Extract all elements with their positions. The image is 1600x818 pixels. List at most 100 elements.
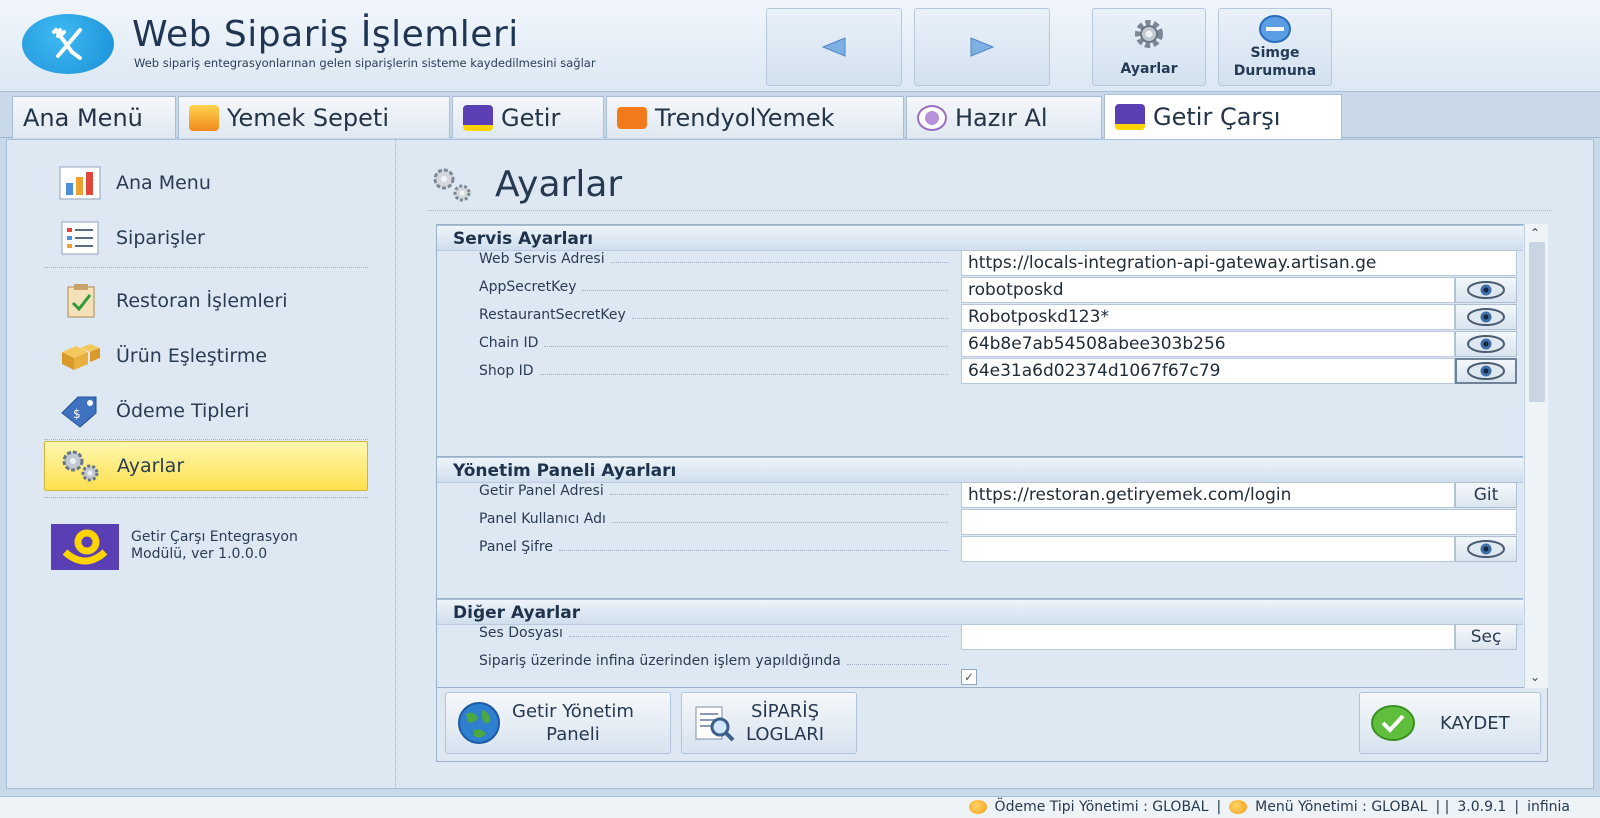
choose-file-button[interactable]: Seç: [1455, 624, 1517, 650]
list-icon: [61, 221, 99, 255]
panel-username-field[interactable]: [961, 509, 1517, 535]
tab-getir-carsi[interactable]: Getir Çarşı: [1104, 94, 1342, 139]
getir-panel-label-1: Getir Yönetim: [512, 701, 634, 722]
sidebar-item-odeme-tipleri[interactable]: $ Ödeme Tipleri: [44, 386, 368, 436]
tab-trendyolyemek[interactable]: TrendyolYemek: [606, 96, 904, 138]
tab-getir[interactable]: Getir: [452, 96, 604, 138]
scroll-down-icon[interactable]: ⌄: [1530, 670, 1540, 684]
save-button[interactable]: KAYDET: [1359, 692, 1541, 754]
section-service-header: Servis Ayarları: [437, 225, 1523, 251]
show-chain-id-button[interactable]: [1455, 331, 1517, 357]
panel-password-field[interactable]: [961, 536, 1455, 562]
chain-id-field[interactable]: 64b8e7ab54508abee303b256: [961, 331, 1455, 357]
sidebar-item-ana-menu[interactable]: Ana Menu: [44, 158, 368, 208]
section-other-header: Diğer Ayarlar: [437, 599, 1523, 625]
sidebar-divider: [44, 439, 368, 440]
price-tag-icon: $: [61, 396, 97, 428]
order-logs-label: SİPARİŞ LOGLARI: [746, 700, 824, 746]
sidebar-item-restoran-islemleri[interactable]: Restoran İşlemleri: [44, 276, 368, 326]
minimize-button[interactable]: Simge Durumuna: [1218, 8, 1332, 86]
tab-hazir-al[interactable]: Hazır Al: [906, 96, 1102, 138]
settings-scrollbar[interactable]: ⌃ ⌄: [1524, 224, 1548, 688]
getir-icon: [463, 104, 493, 131]
shop-id-field[interactable]: 64e31a6d02374d1067f67c79: [961, 358, 1455, 384]
yemeksepeti-icon: [189, 104, 219, 131]
getir-panel-label: Getir Yönetim Paneli: [512, 700, 634, 746]
app-logo: [22, 14, 114, 74]
sidebar-item-label: Ürün Eşleştirme: [116, 345, 268, 367]
infina-action-checkbox[interactable]: ✓: [961, 669, 977, 685]
tab-label: Hazır Al: [955, 103, 1048, 132]
sound-file-label: Ses Dosyası: [479, 625, 949, 641]
sound-file-field[interactable]: [961, 624, 1455, 650]
app-title: Web Sipariş İşlemleri: [132, 14, 519, 55]
arrow-right-icon: [970, 37, 995, 57]
scroll-thumb[interactable]: [1529, 242, 1545, 402]
info-icon: [968, 800, 987, 814]
back-button[interactable]: [766, 8, 902, 86]
show-shop-id-button[interactable]: [1455, 358, 1517, 384]
getir-module-logo: [51, 524, 119, 570]
scroll-up-icon[interactable]: ⌃: [1530, 226, 1540, 240]
eye-icon: [1467, 335, 1505, 353]
sidebar: Ana Menu Siparişler Restoran İşlemleri Ü…: [6, 139, 396, 789]
app-header: Web Sipariş İşlemleri Web sipariş entegr…: [0, 0, 1600, 92]
forward-button[interactable]: [914, 8, 1050, 86]
sidebar-item-label: Siparişler: [116, 227, 205, 249]
sidebar-item-label: Restoran İşlemleri: [116, 290, 288, 312]
web-service-address-field[interactable]: https://locals-integration-api-gateway.a…: [961, 250, 1517, 276]
module-version: Getir Çarşı Entegrasyon Modülü, ver 1.0.…: [131, 529, 298, 563]
gear-icon: [1135, 20, 1163, 48]
panel-username-label: Panel Kullanıcı Adı: [479, 511, 949, 527]
sidebar-item-siparisler[interactable]: Siparişler: [44, 213, 368, 263]
getir-panel-button[interactable]: Getir Yönetim Paneli: [445, 692, 671, 754]
arrow-left-icon: [821, 37, 846, 57]
globe-icon: [458, 702, 500, 744]
show-password-button[interactable]: [1455, 536, 1517, 562]
app-secret-key-field[interactable]: robotposkd: [961, 277, 1455, 303]
tab-label: TrendyolYemek: [655, 103, 835, 132]
log-search-icon: [695, 706, 735, 742]
getir-carsi-icon: [1115, 104, 1145, 130]
trendyol-icon: [617, 106, 647, 129]
tab-yemek-sepeti[interactable]: Yemek Sepeti: [178, 96, 450, 138]
section-service-body: Web Servis Adresi https://locals-integra…: [437, 250, 1523, 457]
order-logs-button[interactable]: SİPARİŞ LOGLARI: [681, 692, 857, 754]
sidebar-item-ayarlar[interactable]: Ayarlar: [44, 441, 368, 491]
hazir-al-icon: [917, 104, 947, 131]
eye-icon: [1467, 362, 1505, 380]
tab-label: Getir: [501, 103, 561, 132]
show-app-secret-button[interactable]: [1455, 277, 1517, 303]
gears-icon: [62, 450, 99, 482]
clipboard-icon: [67, 284, 95, 318]
menu-status: Menü Yönetimi : GLOBAL: [1255, 799, 1428, 815]
infina-action-label: Sipariş üzerinde infina üzerinden işlem …: [479, 653, 949, 669]
show-restaurant-secret-button[interactable]: [1455, 304, 1517, 330]
sidebar-item-label: Ödeme Tipleri: [116, 400, 250, 422]
getir-panel-label-2: Paneli: [546, 724, 600, 745]
chain-id-label: Chain ID: [479, 335, 949, 351]
restaurant-secret-key-field[interactable]: Robotposkd123*: [961, 304, 1455, 330]
sidebar-item-label: Ayarlar: [117, 455, 185, 477]
settings-button[interactable]: Ayarlar: [1092, 8, 1206, 86]
sidebar-item-label: Ana Menu: [116, 172, 211, 194]
cutlery-icon: [52, 28, 82, 60]
boxes-icon: [62, 344, 100, 370]
sidebar-item-urun-eslestirme[interactable]: Ürün Eşleştirme: [44, 331, 368, 381]
go-button[interactable]: Git: [1455, 482, 1517, 508]
status-separator: | |: [1435, 799, 1450, 815]
tab-ana-menu[interactable]: Ana Menü: [12, 96, 176, 138]
minimize-label-1: Simge: [1250, 45, 1300, 61]
status-text: Ödeme Tipi Yönetimi : GLOBAL | Menü Yöne…: [968, 799, 1570, 815]
eye-icon: [1467, 540, 1505, 558]
settings-gears-icon: [433, 168, 471, 202]
eye-icon: [1467, 281, 1505, 299]
status-bar: Ödeme Tipi Yönetimi : GLOBAL | Menü Yöne…: [0, 796, 1600, 818]
check-icon: [1371, 705, 1415, 741]
eye-icon: [1467, 308, 1505, 326]
bar-chart-icon: [59, 166, 101, 200]
section-other-body: Ses Dosyası Seç Sipariş üzerinde infina …: [437, 624, 1523, 687]
app-subtitle: Web sipariş entegrasyonlarınan gelen sip…: [134, 56, 596, 70]
status-separator: |: [1216, 799, 1222, 815]
panel-address-field[interactable]: https://restoran.getiryemek.com/login: [961, 482, 1455, 508]
